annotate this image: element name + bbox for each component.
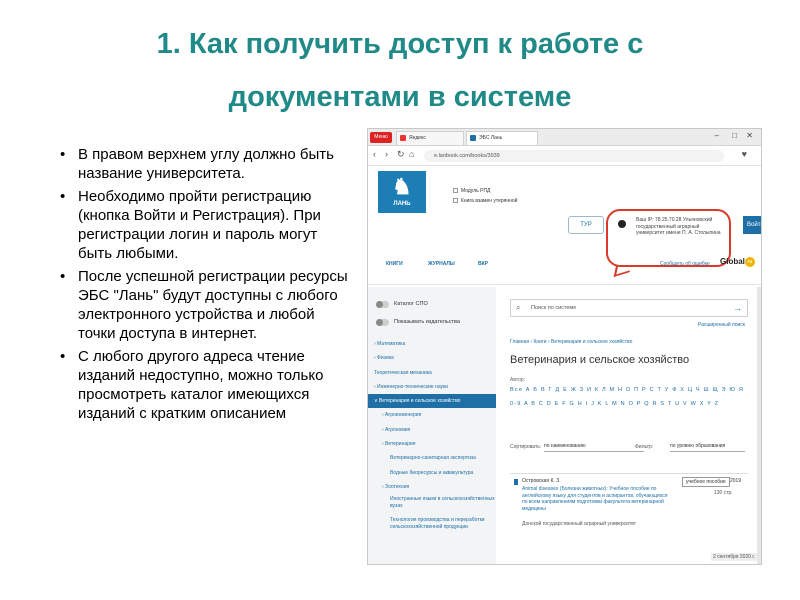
bullet-item: С любого другого адреса чтение изданий н…: [60, 347, 350, 423]
global-label: Global: [720, 257, 745, 266]
url-field[interactable]: e.lanbook.com/books/3939: [424, 150, 724, 162]
bullet-item: После успешной регистрации ресурсы ЭБС "…: [60, 267, 350, 343]
module-label: Модуль РПД: [461, 188, 491, 194]
module-lost-book[interactable]: Книга взамен утерянной: [453, 198, 517, 204]
home-icon[interactable]: ⌂: [409, 149, 414, 159]
alphabet-en[interactable]: 0-9 A B C D E F G H I J K L M N O P Q R …: [510, 401, 750, 407]
feedback-link[interactable]: Сообщить об ошибке: [660, 261, 710, 267]
tab-label: ЭБС Лань: [479, 135, 503, 141]
heart-icon[interactable]: ♥: [742, 149, 747, 159]
book-pages: 130 стр.: [714, 490, 733, 496]
sidebar-item-veterinary[interactable]: › Ветеринария: [368, 437, 496, 451]
global-f5-logo[interactable]: Global F5: [720, 257, 755, 267]
arrow-right-icon[interactable]: →: [733, 300, 742, 316]
sidebar-item-engineering[interactable]: › Инженерно-технические науки: [368, 380, 496, 394]
module-icon: [453, 188, 458, 193]
book-type-badge: учебное пособие: [682, 477, 730, 487]
alphabet-ru[interactable]: Все А Б В Г Д Е Ж З И К Л М Н О П Р С Т …: [510, 387, 750, 393]
search-icon: ⌕: [516, 303, 521, 312]
f5-badge: F5: [744, 257, 755, 267]
sidebar-item-production-technology[interactable]: Технология производства и переработки се…: [368, 515, 496, 536]
sidebar-item-zootechnics[interactable]: › Зоотехния: [368, 480, 496, 494]
toggle-label: Показывать издательства: [394, 319, 460, 325]
sort-select[interactable]: по наименованию: [544, 441, 644, 452]
book-card[interactable]: Островская К. З. Animal diseases (Болезн…: [510, 473, 748, 543]
close-icon[interactable]: ✕: [746, 131, 753, 140]
browser-tabbar: Меню Яндекс ЭБС Лань – □ ✕: [368, 129, 761, 146]
lan-icon: [470, 135, 476, 141]
lan-logo[interactable]: ♞ ЛАНЬ: [378, 171, 426, 213]
search-input[interactable]: ⌕ Поиск по системе →: [510, 299, 748, 317]
toggle-switch[interactable]: [376, 319, 389, 326]
book-icon: [453, 198, 458, 203]
back-icon[interactable]: ‹: [373, 149, 376, 159]
divider: [368, 284, 761, 285]
bullet-item: Необходимо пройти регистрацию (кнопка Во…: [60, 187, 350, 263]
tour-button[interactable]: ТУР: [568, 216, 604, 234]
maximize-icon[interactable]: □: [732, 131, 737, 140]
menu-journals[interactable]: ЖУРНАЛЫ: [428, 261, 455, 267]
toggle-switch[interactable]: [376, 301, 389, 308]
book-year: 2019: [730, 478, 742, 484]
sidebar-item-veterinary-agriculture[interactable]: ∨ Ветеринария и сельское хозяйство: [368, 394, 496, 409]
date-stamp: 2 сентября 2020 г.: [710, 553, 757, 561]
forward-icon[interactable]: ›: [385, 149, 388, 159]
sidebar-item-vet-expertise[interactable]: Ветеринарно-санитарная экспертиза: [368, 451, 496, 465]
minimize-icon[interactable]: –: [715, 131, 719, 140]
browser-menu-button[interactable]: Меню: [370, 132, 392, 143]
toggle-spo[interactable]: Каталог СПО: [368, 295, 496, 313]
main-content: ⌕ Поиск по системе → Расширенный поиск Г…: [500, 287, 761, 564]
sidebar-item-aquaculture[interactable]: Водные биоресурсы и аквакультура: [368, 466, 496, 480]
address-bar: ‹ › ↻ ⌂ e.lanbook.com/books/3939 ♥: [368, 146, 761, 166]
filter-select[interactable]: по уровню образования: [670, 441, 745, 452]
search-placeholder: Поиск по системе: [531, 305, 577, 311]
book-author: Островская К. З.: [522, 478, 561, 484]
catalog-sidebar: Каталог СПО Показывать издательства › Ма…: [368, 287, 496, 564]
sidebar-item-physics[interactable]: › Физика: [368, 351, 496, 365]
browser-screenshot: Меню Яндекс ЭБС Лань – □ ✕ ‹ › ↻ ⌂ e.lan…: [367, 128, 762, 565]
sidebar-item-mechanics[interactable]: Теоретическая механика: [368, 366, 496, 380]
sidebar-item-agronomy[interactable]: › Агрономия: [368, 423, 496, 437]
module-label: Книга взамен утерянной: [461, 198, 518, 204]
toggle-publishers[interactable]: Показывать издательства: [368, 313, 496, 331]
scrollbar[interactable]: [757, 287, 761, 564]
tab-yandex[interactable]: Яндекс: [396, 131, 464, 145]
login-button[interactable]: Войти: [743, 216, 761, 234]
advanced-search-link[interactable]: Расширенный поиск: [698, 322, 745, 328]
filter-label: Фильтр:: [635, 444, 654, 450]
bullet-list: В правом верхнем углу должно быть назван…: [60, 145, 350, 427]
breadcrumb[interactable]: Главная › Книги › Ветеринария и сельское…: [510, 339, 632, 345]
sort-label: Сортировать:: [510, 444, 542, 450]
tab-label: Яндекс: [409, 135, 426, 141]
sidebar-item-agroengineering[interactable]: › Агроинженерия: [368, 408, 496, 422]
reload-icon[interactable]: ↻: [397, 149, 405, 160]
bullet-item: В правом верхнем углу должно быть назван…: [60, 145, 350, 183]
book-publisher: Донской государственный аграрный универс…: [522, 521, 637, 527]
menu-vkr[interactable]: ВКР: [478, 261, 488, 267]
author-label: Автор:: [510, 377, 526, 383]
bookmark-icon[interactable]: [514, 479, 518, 485]
sidebar-item-math[interactable]: › Математика: [368, 337, 496, 351]
menu-books[interactable]: КНИГИ: [386, 261, 403, 267]
logo-text: ЛАНЬ: [393, 201, 411, 207]
tab-lan[interactable]: ЭБС Лань: [466, 131, 538, 145]
yandex-icon: [400, 135, 406, 141]
module-rpd[interactable]: Модуль РПД: [453, 188, 490, 194]
deer-icon: ♞: [392, 174, 412, 199]
section-title: Ветеринария и сельское хозяйство: [510, 354, 690, 366]
book-title-link[interactable]: Animal diseases (Болезни животных): Учеб…: [522, 486, 672, 512]
toggle-label: Каталог СПО: [394, 301, 428, 307]
sidebar-item-foreign-languages[interactable]: Иностранные языки в сельскохозяйственных…: [368, 494, 496, 515]
university-name: Ваш IP: 78.25.70.28 Ульяновский государс…: [636, 217, 721, 236]
university-icon: [618, 220, 626, 228]
slide-title: 1. Как получить доступ к работе с докуме…: [156, 28, 644, 113]
